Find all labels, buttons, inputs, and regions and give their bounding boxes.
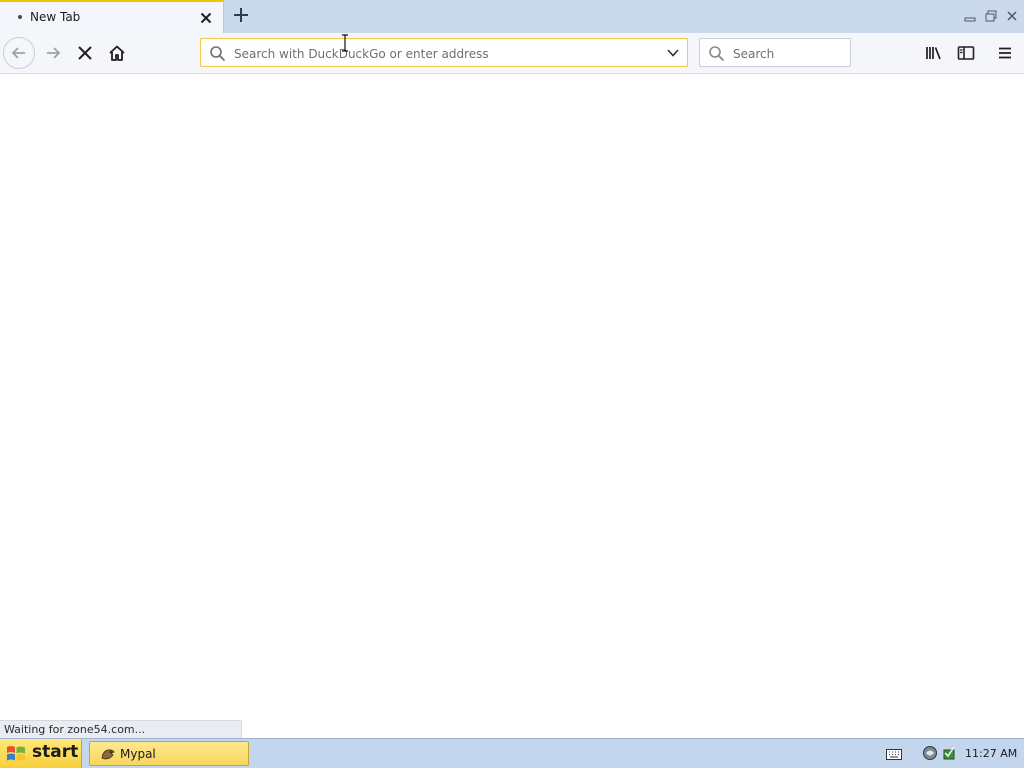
stop-button[interactable] <box>69 37 101 69</box>
chevron-down-icon[interactable] <box>666 47 680 59</box>
forward-button[interactable] <box>37 37 69 69</box>
search-icon <box>709 46 725 62</box>
start-button[interactable]: start <box>0 739 82 768</box>
library-button[interactable] <box>918 37 950 69</box>
menu-icon <box>999 47 1011 59</box>
url-bar[interactable] <box>200 38 688 67</box>
taskbar: start Mypal 11:27 AM <box>0 738 1024 768</box>
security-icon[interactable] <box>941 745 957 761</box>
stop-icon <box>78 46 92 60</box>
clock: 11:27 AM <box>965 747 1018 760</box>
windows-logo-icon <box>7 746 25 761</box>
search-input[interactable] <box>731 44 845 64</box>
sidebar-icon <box>957 46 975 60</box>
library-icon <box>926 47 941 60</box>
tab-loading-icon <box>18 15 22 19</box>
url-input[interactable] <box>232 44 656 64</box>
mypal-app-icon <box>101 749 115 760</box>
start-label: start <box>32 742 79 762</box>
back-icon <box>11 47 25 59</box>
taskbar-item-mypal[interactable]: Mypal <box>89 741 249 766</box>
tab-close-icon[interactable] <box>197 9 215 27</box>
tab-title: New Tab <box>30 10 81 24</box>
minimize-icon[interactable] <box>963 9 977 23</box>
home-button[interactable] <box>101 37 133 69</box>
home-icon <box>109 45 125 61</box>
navigation-toolbar <box>0 33 1024 74</box>
forward-icon <box>47 47 61 59</box>
menu-button[interactable] <box>989 37 1021 69</box>
close-icon[interactable] <box>1005 9 1019 23</box>
text-cursor-icon <box>342 34 348 52</box>
taskbar-item-label: Mypal <box>120 747 156 761</box>
keyboard-icon[interactable] <box>886 747 902 760</box>
new-tab-icon[interactable] <box>230 4 252 26</box>
page-content <box>0 74 1024 738</box>
tab-new-tab[interactable]: New Tab <box>0 0 224 33</box>
back-button[interactable] <box>3 37 35 69</box>
restore-icon[interactable] <box>984 9 998 23</box>
network-icon[interactable] <box>922 745 938 761</box>
search-bar[interactable] <box>699 38 851 67</box>
status-panel: Waiting for zone54.com... <box>0 720 242 738</box>
sidebar-button[interactable] <box>950 37 982 69</box>
search-icon <box>210 46 226 62</box>
tab-strip: New Tab <box>0 0 1024 33</box>
